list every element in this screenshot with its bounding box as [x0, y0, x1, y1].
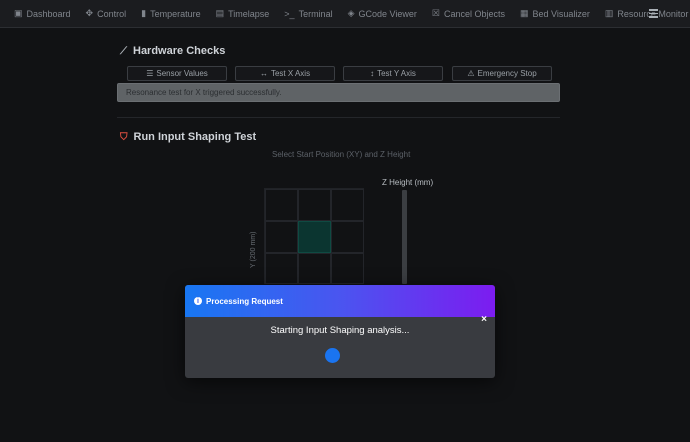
cube-icon: ◈ [347, 8, 355, 18]
hardware-checks-heading: ⟋ Hardware Checks [120, 45, 225, 57]
terminal-icon: >_ [284, 8, 295, 19]
nav-dashboard[interactable]: ▣ Dashboard [14, 8, 71, 19]
y-axis-label: Y (200 mm) [250, 231, 257, 268]
input-shaping-heading: ⛉ Run Input Shaping Test [120, 131, 256, 143]
nav-dashboard-label: Dashboard [26, 8, 71, 19]
warning-icon: ⚠ [467, 69, 475, 78]
move-icon: ✥ [85, 8, 94, 18]
cancel-objects-icon: ☒ [431, 8, 440, 18]
nav-cancel-objects[interactable]: ☒ Cancel Objects [432, 8, 505, 19]
nav-gcode-viewer-label: GCode Viewer [358, 8, 417, 19]
nav-terminal-label: Terminal [298, 8, 333, 19]
grid-cell[interactable] [331, 189, 364, 221]
nav-gcode-viewer[interactable]: ◈ GCode Viewer [348, 8, 417, 19]
z-height-label: Z Height (mm) [382, 178, 434, 187]
input-shaping-title: Run Input Shaping Test [133, 131, 257, 143]
emergency-stop-label: Emergency Stop [477, 69, 537, 78]
arrows-horizontal-icon: ↔ [259, 69, 268, 78]
position-instructions: Select Start Position (XY) and Z Height [272, 150, 411, 159]
top-navbar: ▣ Dashboard ✥ Control ▮ Temperature ▤ Ti… [0, 0, 690, 28]
test-x-axis-label: Test X Axis [270, 69, 311, 78]
section-divider [117, 117, 560, 118]
nav-control-label: Control [97, 8, 127, 19]
emergency-stop-button[interactable]: ⚠ Emergency Stop [452, 66, 552, 81]
nav-terminal[interactable]: >_ Terminal [284, 9, 332, 19]
modal-header: i Processing Request [185, 285, 495, 317]
arrows-vertical-icon: ↕ [370, 69, 375, 78]
grid-cell[interactable] [265, 189, 298, 221]
page-content: ⟋ Hardware Checks ☰ Sensor Values ↔ Test… [0, 28, 690, 442]
close-icon[interactable]: × [481, 314, 487, 325]
nav-bed-visualizer-label: Bed Visualizer [532, 8, 590, 19]
xy-position-grid [264, 188, 364, 284]
sensor-values-button[interactable]: ☰ Sensor Values [127, 66, 227, 81]
wand-icon: ⟋ [120, 45, 127, 57]
test-x-axis-button[interactable]: ↔ Test X Axis [235, 66, 335, 81]
hardware-checks-title: Hardware Checks [133, 45, 226, 57]
grid-cell[interactable] [331, 221, 364, 253]
loading-spinner [325, 348, 340, 363]
nav-bed-visualizer[interactable]: ▦ Bed Visualizer [520, 8, 590, 19]
monitor-icon: ▥ [604, 8, 614, 18]
processing-modal: i Processing Request × Starting Input Sh… [185, 285, 495, 378]
dashboard-icon: ▣ [14, 8, 23, 18]
status-alert-text: Resonance test for X triggered successfu… [126, 88, 282, 97]
grid-cell[interactable] [265, 221, 298, 253]
nav-control[interactable]: ✥ Control [86, 8, 127, 19]
thermometer-icon: ▮ [141, 8, 147, 18]
status-alert: Resonance test for X triggered successfu… [117, 83, 560, 102]
test-y-axis-button[interactable]: ↕ Test Y Axis [343, 66, 443, 81]
bed-icon: ▦ [519, 8, 529, 18]
test-y-axis-label: Test Y Axis [377, 69, 416, 78]
list-icon: ☰ [146, 69, 154, 78]
grid-cell[interactable] [298, 189, 331, 221]
nav-temperature-label: Temperature [150, 8, 201, 19]
nav-timelapse-label: Timelapse [228, 8, 270, 19]
menu-icon[interactable] [649, 9, 658, 18]
grid-cell[interactable] [265, 253, 298, 284]
modal-title: Processing Request [206, 296, 283, 306]
info-icon: i [194, 297, 202, 305]
nav-temperature[interactable]: ▮ Temperature [141, 8, 200, 19]
z-height-slider[interactable] [402, 190, 407, 284]
nav-cancel-objects-label: Cancel Objects [443, 8, 505, 19]
grid-cell[interactable] [298, 253, 331, 284]
sensor-values-label: Sensor Values [156, 69, 208, 78]
film-icon: ▤ [215, 8, 225, 18]
nav-timelapse[interactable]: ▤ Timelapse [216, 8, 270, 19]
grid-cell[interactable] [331, 253, 364, 284]
grid-cell-selected[interactable] [298, 221, 331, 253]
modal-message: Starting Input Shaping analysis... [270, 325, 410, 336]
nav-resource-monitor[interactable]: ▥ Resource Monitor [605, 8, 689, 19]
shield-icon: ⛉ [120, 131, 128, 143]
